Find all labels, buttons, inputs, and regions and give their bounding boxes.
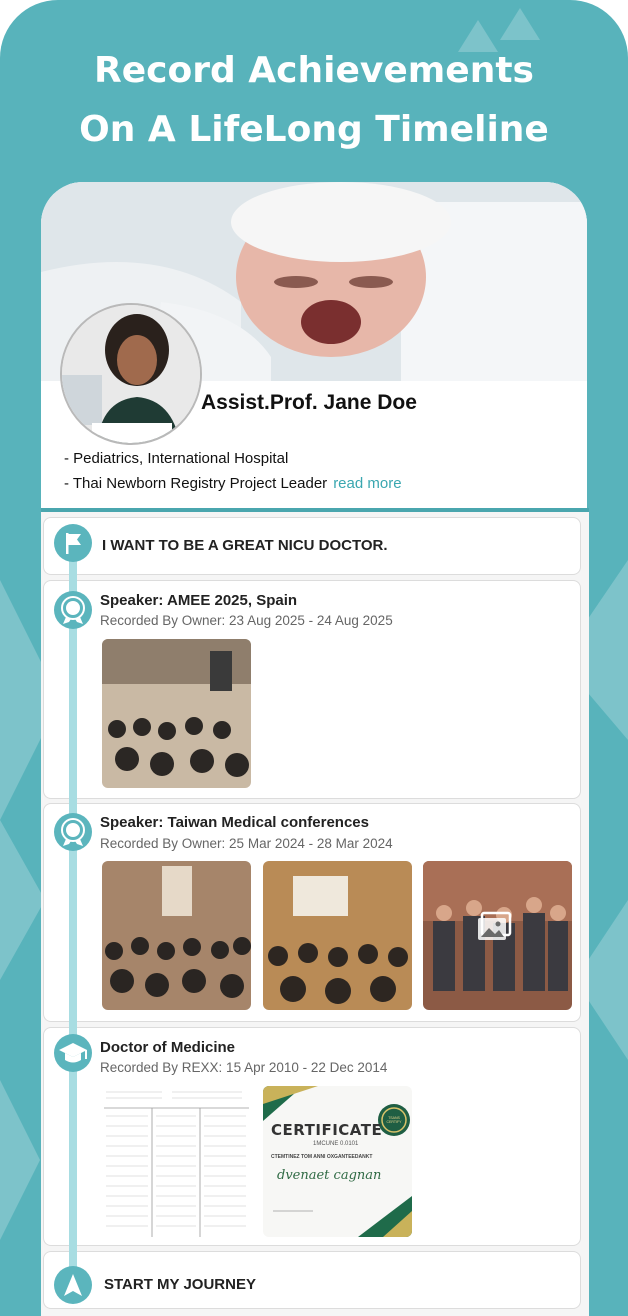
profile-name: Assist.Prof. Jane Doe <box>201 391 417 414</box>
entry-subtitle: Recorded By Owner: 23 Aug 2025 - 24 Aug … <box>100 613 393 628</box>
timeline-line <box>69 545 77 1285</box>
entry-circle <box>54 1034 92 1072</box>
read-more-link[interactable]: read more <box>333 475 401 492</box>
entry-title: Doctor of Medicine <box>100 1039 236 1056</box>
start-journey-text[interactable]: START MY JOURNEY <box>104 1276 256 1293</box>
headline-line-2: On A LifeLong Timeline <box>79 109 549 150</box>
entry-photo[interactable] <box>102 861 251 1010</box>
phone-frame: Record Achievements On A LifeLong Timeli… <box>0 0 628 1316</box>
transcript-document-image[interactable] <box>102 1086 251 1237</box>
conference-hall-image <box>102 861 251 1010</box>
goal-circle <box>54 524 92 562</box>
start-circle <box>54 1266 92 1304</box>
profile-role-text: - Thai Newborn Registry Project Leader <box>64 475 328 492</box>
headline-line-1: Record Achievements <box>94 50 534 91</box>
certificate-signature: dvenaet cagnan <box>277 1168 382 1183</box>
certificate-decoration <box>263 1086 412 1237</box>
certificate-subtitle: 1MCUNE 0.0101 <box>313 1141 359 1147</box>
avatar[interactable] <box>60 303 202 445</box>
certificate-image[interactable]: CERTIFICATE 1MCUNE 0.0101 CTEMTINEZ TOM … <box>263 1086 412 1237</box>
award-icon <box>61 596 85 624</box>
entry-title: Speaker: Taiwan Medical conferences <box>100 814 369 831</box>
conference-audience-image <box>102 639 251 788</box>
graduation-cap-icon <box>59 1043 87 1063</box>
profile-affiliation: - Pediatrics, International Hospital <box>64 450 289 467</box>
entry-photo[interactable] <box>102 639 251 788</box>
goal-text: I WANT TO BE A GREAT NICU DOCTOR. <box>102 537 388 554</box>
entry-circle <box>54 591 92 629</box>
image-gallery-icon[interactable] <box>476 911 512 943</box>
profile-role: - Thai Newborn Registry Project Leader re… <box>64 475 402 492</box>
entry-subtitle: Recorded By Owner: 25 Mar 2024 - 28 Mar … <box>100 836 393 851</box>
certificate-line: CTEMTINEZ TOM ANNI OXGANTEEDANKT <box>271 1154 373 1160</box>
certificate-title: CERTIFICATE <box>271 1121 383 1139</box>
flag-icon <box>66 533 81 554</box>
stage-presentation-image <box>263 861 412 1010</box>
transcript-table-lines <box>102 1086 251 1237</box>
entry-title: Speaker: AMEE 2025, Spain <box>100 592 298 609</box>
entry-subtitle: Recorded By REXX: 15 Apr 2010 - 22 Dec 2… <box>100 1060 388 1075</box>
entry-photo[interactable] <box>263 861 412 1010</box>
navigation-arrow-icon <box>64 1274 82 1296</box>
certificate-badge: TSANS CERTIFY <box>386 1116 402 1124</box>
entry-circle <box>54 813 92 851</box>
award-icon <box>61 818 85 846</box>
avatar-portrait <box>62 305 200 443</box>
